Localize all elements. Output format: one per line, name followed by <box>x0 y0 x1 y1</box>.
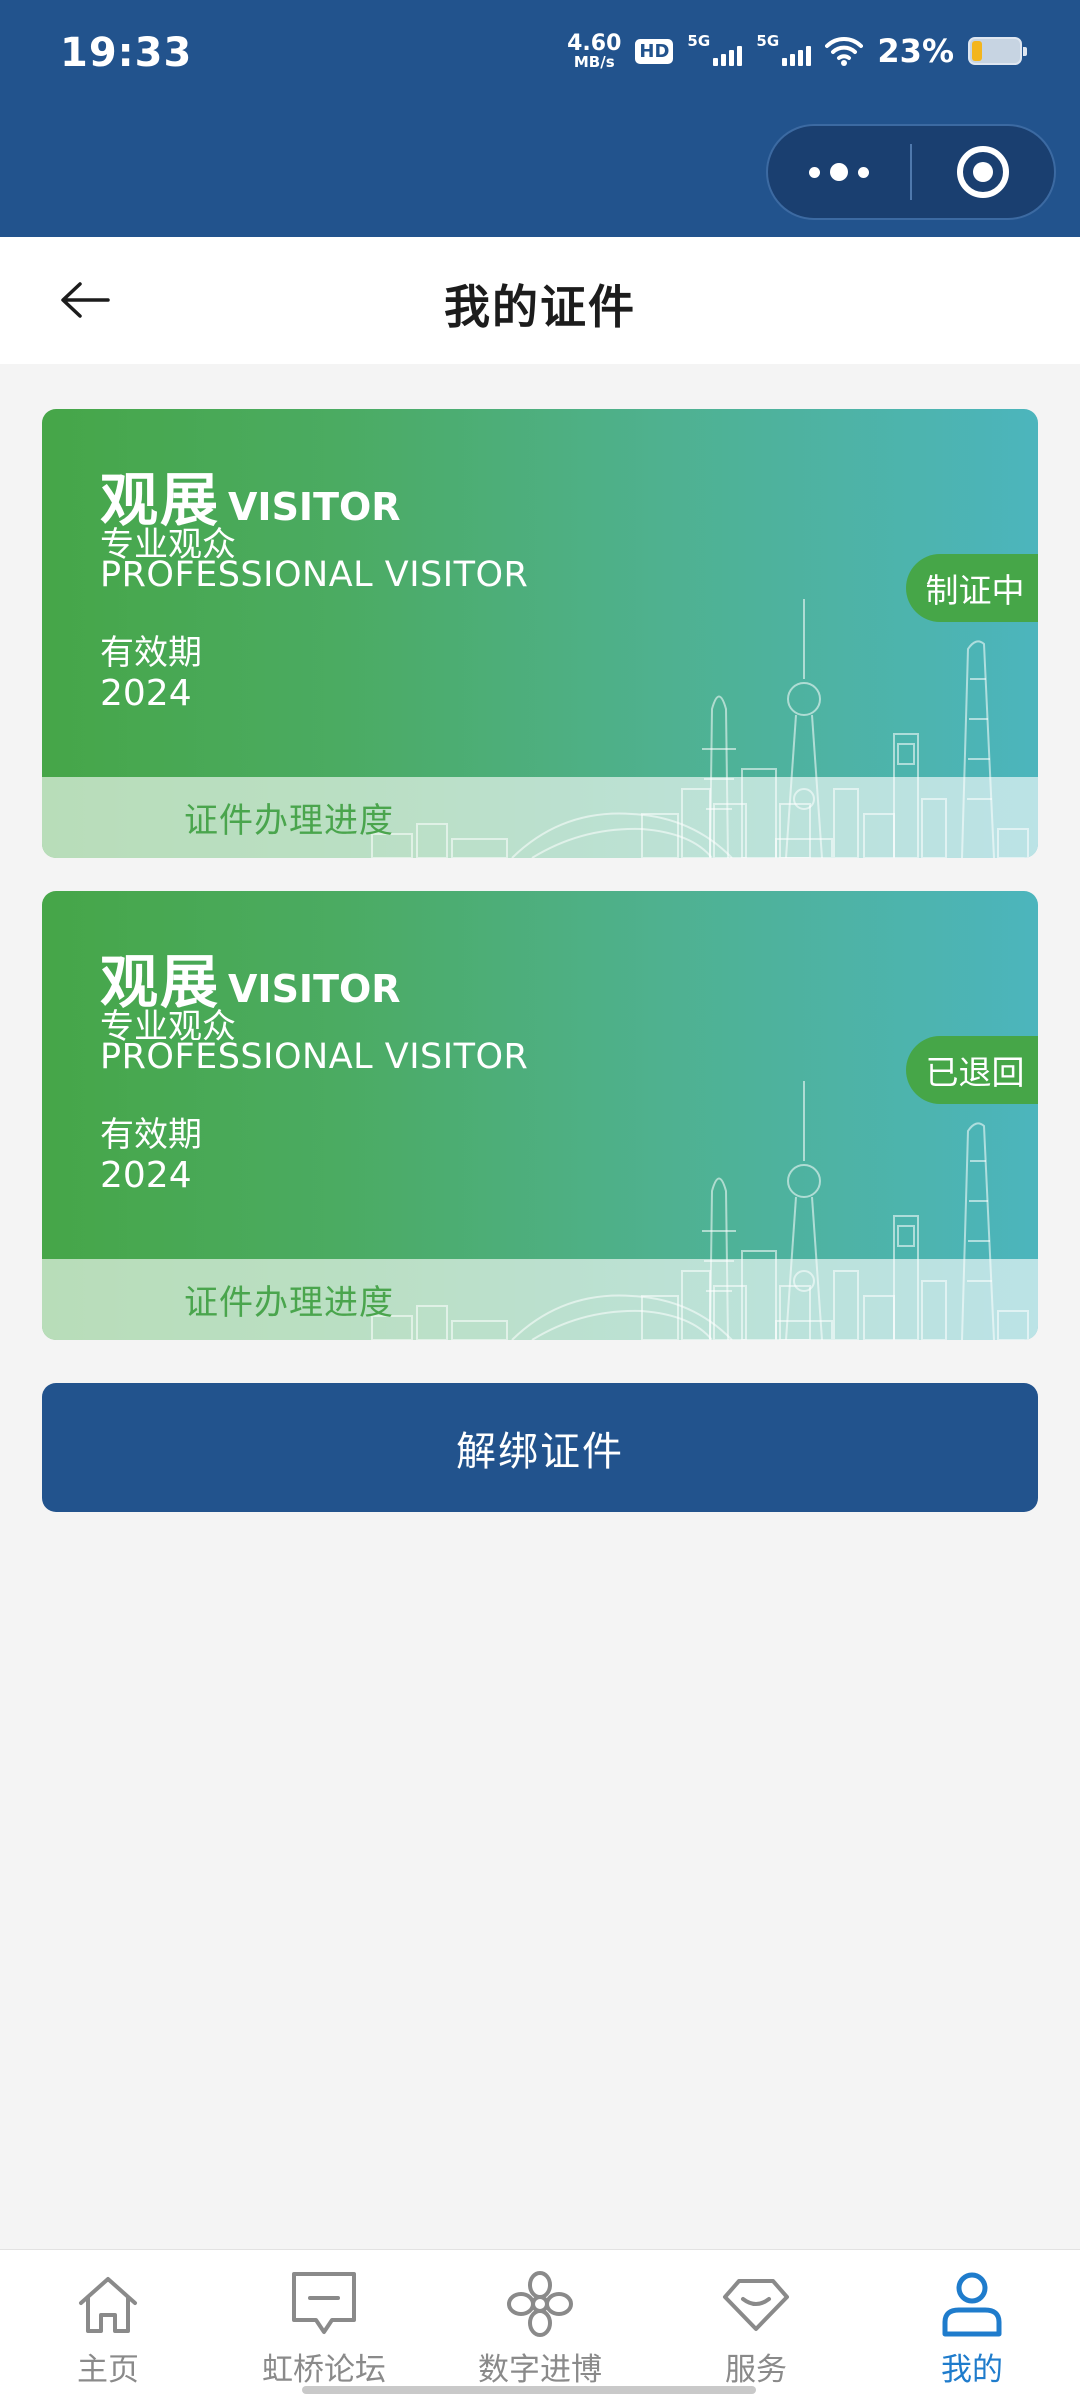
page-title: 我的证件 <box>444 280 636 334</box>
progress-link-label: 证件办理进度 <box>184 1283 394 1323</box>
validity-label: 有效期 <box>100 1115 202 1155</box>
wifi-icon <box>825 36 864 66</box>
status-badge: 制证中 <box>906 554 1038 622</box>
tab-digital-expo[interactable]: 数字进博 <box>432 2250 648 2400</box>
signal-sim1-icon: 5G <box>687 32 743 66</box>
target-close-icon <box>957 146 1009 198</box>
home-icon <box>75 2268 141 2340</box>
battery-percent: 23% <box>877 32 954 70</box>
tab-label: 我的 <box>941 2352 1003 2388</box>
credential-card[interactable]: 观展 VISITOR 专业观众 PROFESSIONAL VISITOR 有效期 … <box>42 409 1038 858</box>
battery-icon <box>968 37 1027 65</box>
unbind-button[interactable]: 解绑证件 <box>42 1383 1038 1512</box>
tab-label: 数字进博 <box>478 2352 602 2388</box>
top-header: 19:33 4.60 MB/s HD 5G 5G 23% <box>0 0 1080 237</box>
tab-service[interactable]: 服务 <box>648 2250 864 2400</box>
more-dots-icon <box>809 163 869 181</box>
hd-icon: HD <box>635 38 674 64</box>
nav-bar: 我的证件 <box>0 237 1080 364</box>
card-type-en: VISITOR <box>228 485 401 529</box>
tab-label: 服务 <box>725 2352 787 2388</box>
progress-link-label: 证件办理进度 <box>184 801 394 841</box>
validity-year: 2024 <box>100 1155 192 1196</box>
network-speed: 4.60 MB/s <box>567 30 622 71</box>
status-badge: 已退回 <box>906 1036 1038 1104</box>
network-speed-unit: MB/s <box>573 52 615 71</box>
tab-label: 虹桥论坛 <box>262 2352 386 2388</box>
mini-program-capsule <box>766 124 1056 220</box>
person-icon <box>939 2268 1005 2340</box>
status-icons: 4.60 MB/s HD 5G 5G 23% <box>567 30 1027 71</box>
tab-label: 主页 <box>77 2352 139 2388</box>
card-role-en: PROFESSIONAL VISITOR <box>100 1037 529 1077</box>
sim2-label: 5G <box>756 32 780 50</box>
card-role-en: PROFESSIONAL VISITOR <box>100 555 529 595</box>
more-button[interactable] <box>768 126 910 218</box>
tab-mine[interactable]: 我的 <box>864 2250 1080 2400</box>
bottom-tab-bar: 主页 虹桥论坛 数字进博 服务 我的 <box>0 2249 1080 2400</box>
card-type-en: VISITOR <box>228 967 401 1011</box>
message-icon <box>288 2268 360 2340</box>
flower-icon <box>505 2268 575 2340</box>
status-time: 19:33 <box>60 30 193 76</box>
tab-home[interactable]: 主页 <box>0 2250 216 2400</box>
sim1-label: 5G <box>687 32 711 50</box>
tab-forum[interactable]: 虹桥论坛 <box>216 2250 432 2400</box>
home-indicator[interactable] <box>302 2386 756 2394</box>
network-speed-value: 4.60 <box>567 30 622 56</box>
signal-sim2-icon: 5G <box>756 32 812 66</box>
progress-link[interactable]: 证件办理进度 <box>42 777 1038 858</box>
validity-label: 有效期 <box>100 633 202 673</box>
progress-link[interactable]: 证件办理进度 <box>42 1259 1038 1340</box>
validity-year: 2024 <box>100 673 192 714</box>
close-button[interactable] <box>912 126 1054 218</box>
credential-card[interactable]: 观展 VISITOR 专业观众 PROFESSIONAL VISITOR 有效期 … <box>42 891 1038 1340</box>
diamond-icon <box>721 2268 791 2340</box>
